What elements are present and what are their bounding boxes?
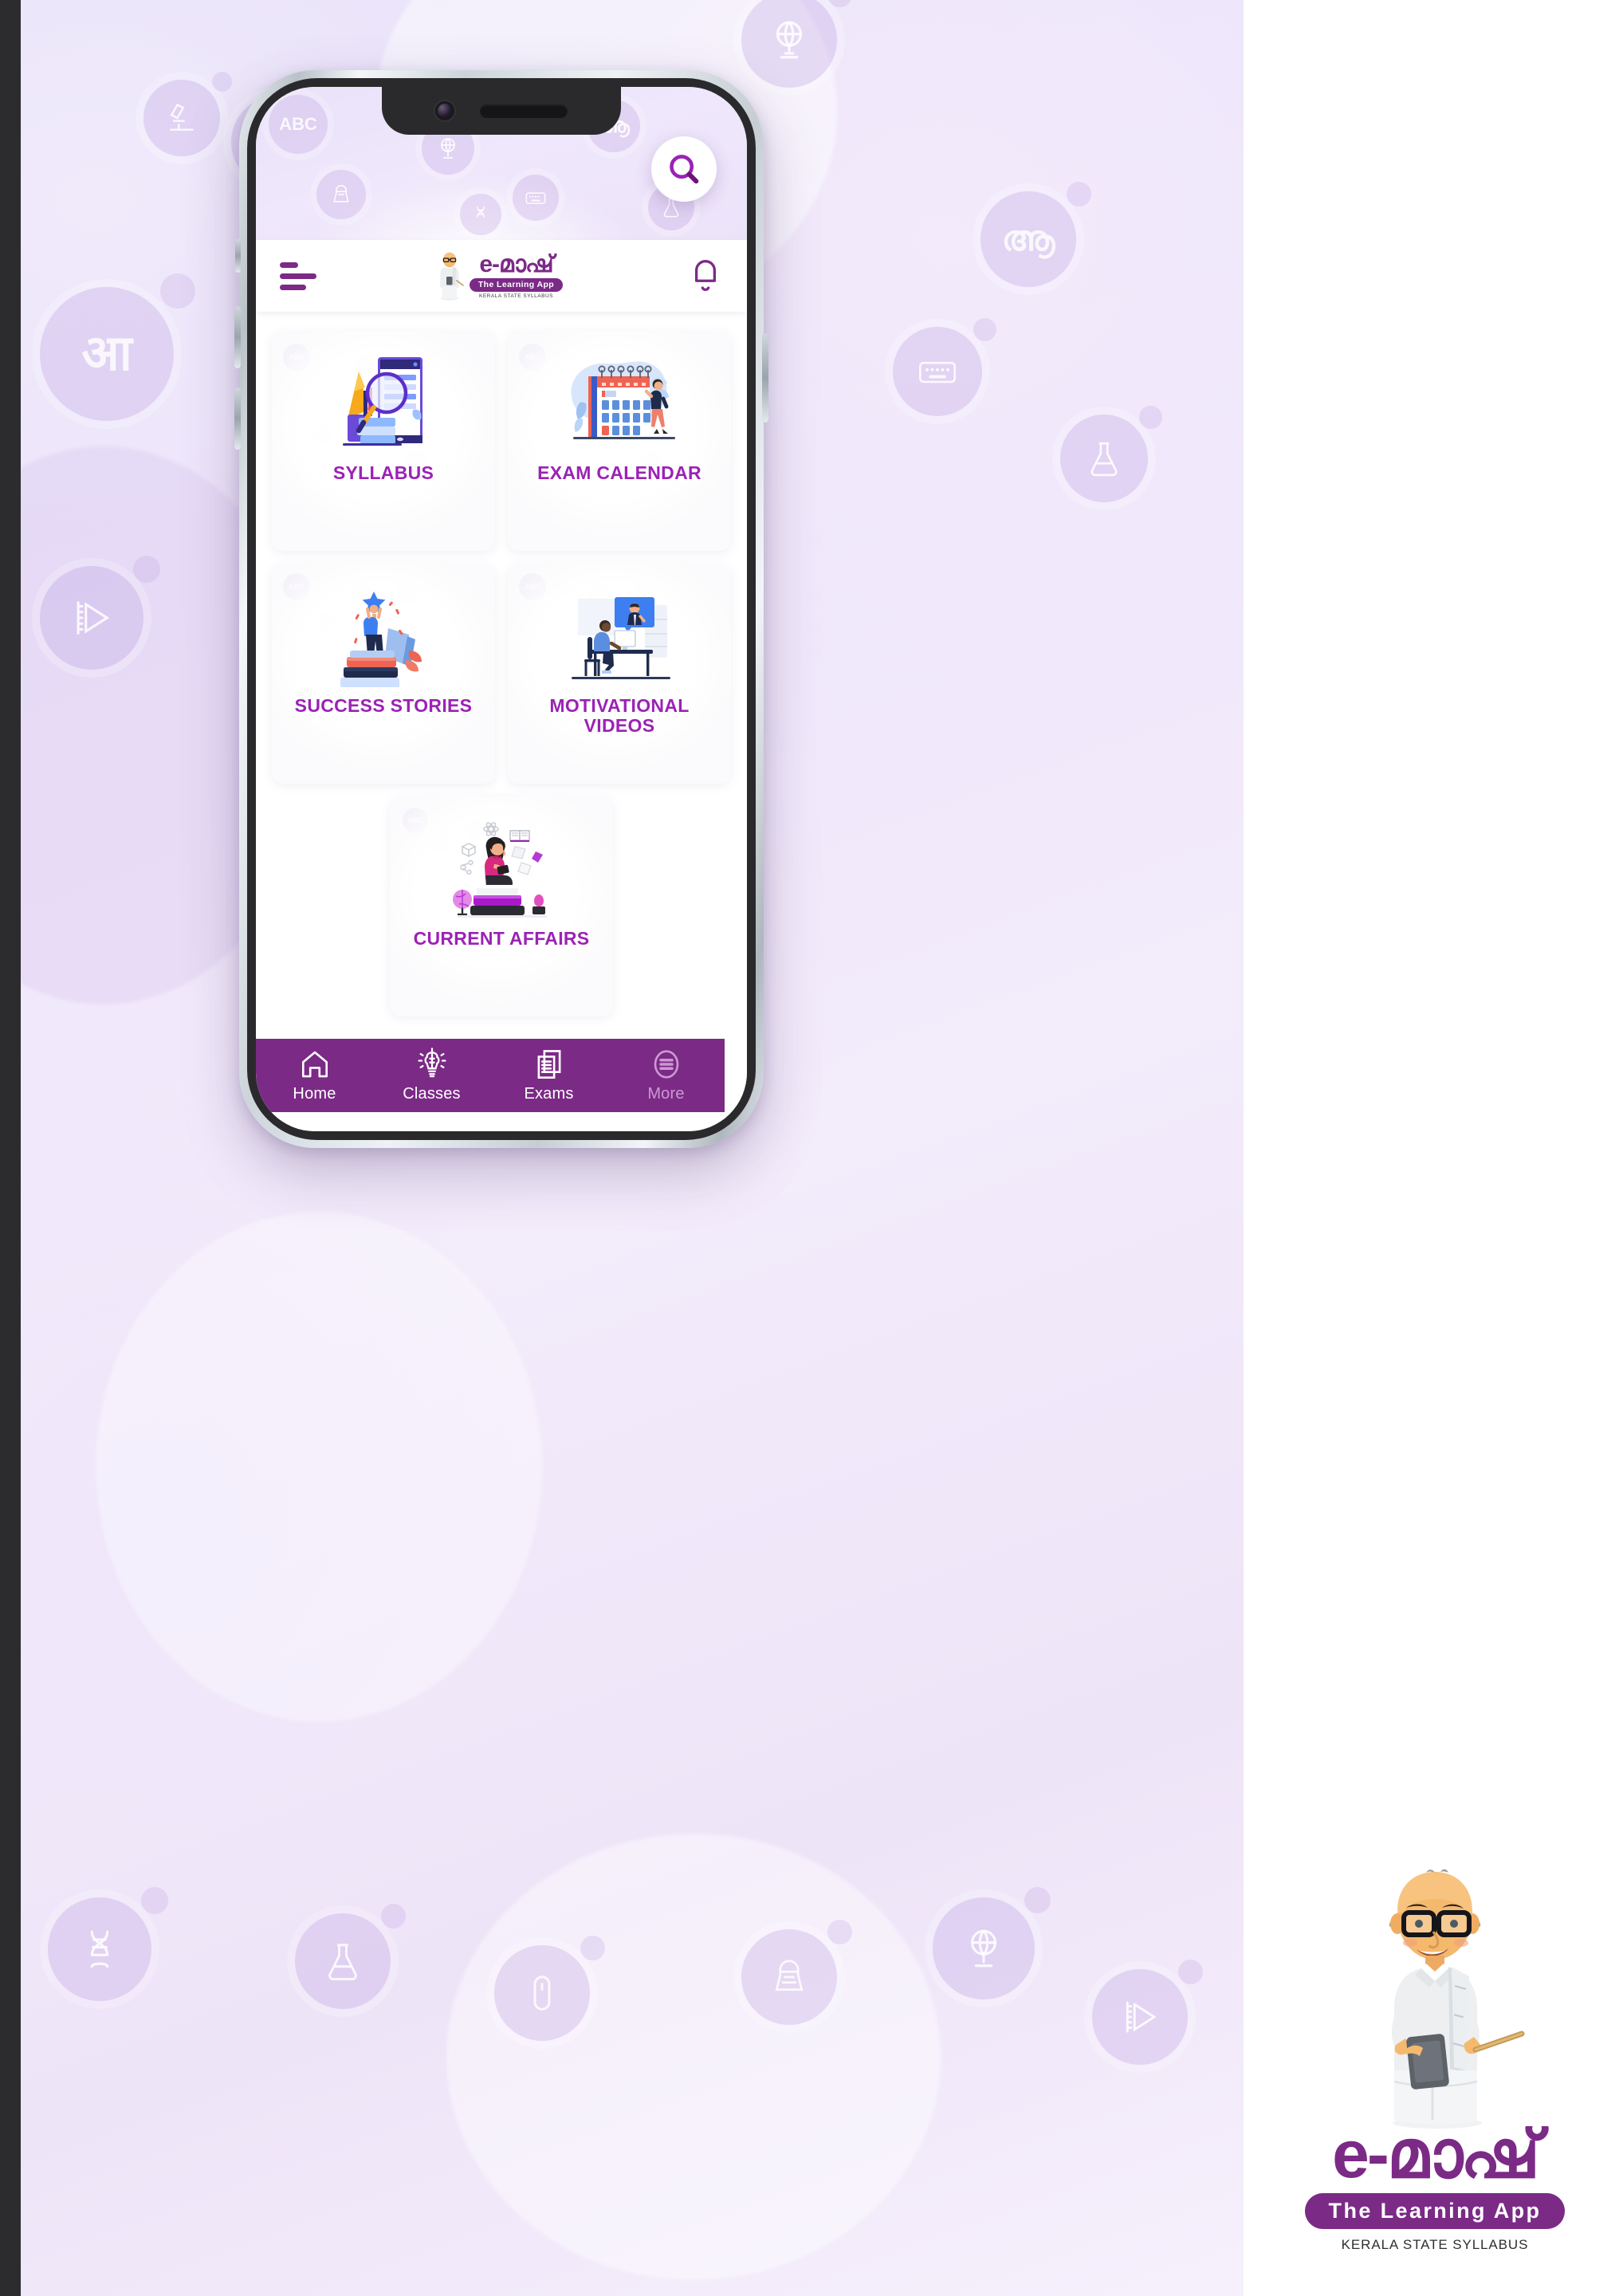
search-icon xyxy=(670,155,699,184)
phone-notch xyxy=(382,87,621,135)
trophy-books-illustration xyxy=(272,564,495,696)
card-label: EXAM CALENDAR xyxy=(537,462,701,483)
teacher-mascot-icon xyxy=(434,251,466,301)
video-lesson-illustration xyxy=(508,564,731,696)
wallpaper-badge-sphinx-icon xyxy=(316,170,366,219)
reading-girl-illustration xyxy=(390,796,613,929)
app-header: e-മാഷ് The Learning App KERALA STATE SYL… xyxy=(256,240,747,312)
backdrop-badge-aa-malayalam: ആ xyxy=(980,182,1092,287)
nav-label: Home xyxy=(293,1085,336,1103)
card-success-stories[interactable]: ABC ഉ ബ ▶ आ ๑ xyxy=(272,564,495,784)
more-menu-icon xyxy=(654,1050,678,1079)
card-label-line1: MOTIVATIONAL xyxy=(549,695,690,716)
phone-mute-switch[interactable] xyxy=(235,239,241,273)
backdrop-badge-aa-devanagari: आ xyxy=(40,273,195,421)
front-camera-icon xyxy=(435,101,454,120)
brand-tagline: The Learning App xyxy=(1304,2193,1566,2229)
phone-volume-down[interactable] xyxy=(234,387,241,450)
wallpaper-badge-dna-icon xyxy=(460,194,501,235)
notification-bell-button[interactable] xyxy=(688,256,723,296)
backdrop-badge-keyboard-icon xyxy=(893,317,996,416)
card-label: CURRENT AFFAIRS xyxy=(413,928,590,949)
backdrop-blob xyxy=(96,1212,542,1722)
backdrop-badge-dna-icon xyxy=(48,1887,168,2001)
card-label-line2: VIDEOS xyxy=(584,714,655,736)
bottom-navigation-bar: Home Classes Exams More xyxy=(256,1039,725,1112)
card-exam-calendar[interactable]: ABC ഉ ബ ▶ आ xyxy=(508,331,731,551)
wallpaper-badge-abc: ABC xyxy=(269,95,328,154)
card-label: SYLLABUS xyxy=(332,462,434,483)
backdrop-badge-ruler-play-icon xyxy=(1092,1960,1204,2065)
card-label: SUCCESS STORIES xyxy=(294,695,473,716)
phone-power-button[interactable] xyxy=(762,333,768,423)
hamburger-menu-icon[interactable] xyxy=(280,261,318,290)
app-logo-tagline: The Learning App xyxy=(469,278,564,292)
brand-subtitle: KERALA STATE SYLLABUS xyxy=(1341,2237,1529,2252)
backdrop-badge-globe-icon xyxy=(933,1887,1051,1999)
backdrop-left-edge xyxy=(0,0,21,2296)
app-content-scroll[interactable]: ABC ഉ ക ▶ आ ๑ xyxy=(256,312,747,1131)
teacher-mascot-illustration xyxy=(1343,1866,1527,2129)
app-logo-word: e-മാഷ് xyxy=(479,251,553,278)
brain-bulb-icon xyxy=(417,1048,446,1078)
brand-block: e-മാഷ് The Learning App KERALA STATE SYL… xyxy=(1275,1866,1594,2253)
card-motivational-videos[interactable]: ABC ഉ ബ ▶ आ MOTIVATIONAL VIDEOS xyxy=(508,564,731,784)
backdrop-blob xyxy=(446,1834,941,2280)
phone-mockup: ABC ആ xyxy=(234,70,768,1148)
backdrop-badge-ruler-play-icon xyxy=(40,556,160,670)
card-label: MOTIVATIONAL VIDEOS xyxy=(543,696,695,736)
phone-volume-up[interactable] xyxy=(234,306,241,368)
screenshot-root: आ ABC ആ xyxy=(0,0,1623,2296)
nav-label: Classes xyxy=(403,1085,461,1103)
wallpaper-badge-keyboard-icon xyxy=(513,175,559,221)
phone-screen: ABC ആ xyxy=(256,87,747,1131)
home-icon xyxy=(301,1051,328,1078)
nav-label: More xyxy=(647,1085,685,1103)
bell-icon xyxy=(694,260,717,292)
backdrop-badge-microscope-icon xyxy=(143,72,233,156)
nav-item-more[interactable]: More xyxy=(607,1039,725,1112)
search-button[interactable] xyxy=(651,136,717,202)
app-logo-text: e-മാഷ് The Learning App KERALA STATE SYL… xyxy=(469,251,564,299)
feature-card-grid: ABC ഉ ക ▶ आ ๑ xyxy=(256,312,747,1016)
backdrop-badge-flask-icon xyxy=(295,1904,407,2009)
nav-label: Exams xyxy=(524,1085,574,1103)
app-logo-subtitle: KERALA STATE SYLLABUS xyxy=(478,293,553,299)
backdrop-badge-sphinx-icon xyxy=(741,1920,853,2025)
calendar-illustration xyxy=(508,331,731,463)
nav-item-home[interactable]: Home xyxy=(256,1039,373,1112)
card-current-affairs[interactable]: ABC ഉ ബ ▶ आ ๑ CURRENT AFFAIRS xyxy=(390,796,613,1016)
nav-item-exams[interactable]: Exams xyxy=(490,1039,607,1112)
backdrop-badge-flask-icon xyxy=(1060,406,1162,502)
earpiece-speaker xyxy=(480,104,568,118)
backdrop-badge-mouse-icon xyxy=(494,1936,606,2041)
nav-item-classes[interactable]: Classes xyxy=(373,1039,490,1112)
app-logo: e-മാഷ് The Learning App KERALA STATE SYL… xyxy=(434,251,564,301)
documents-icon xyxy=(537,1050,560,1079)
brand-word: e-മാഷ് xyxy=(1332,2117,1540,2192)
syllabus-illustration xyxy=(272,331,495,463)
card-syllabus[interactable]: ABC ഉ ക ▶ आ ๑ xyxy=(272,331,495,551)
